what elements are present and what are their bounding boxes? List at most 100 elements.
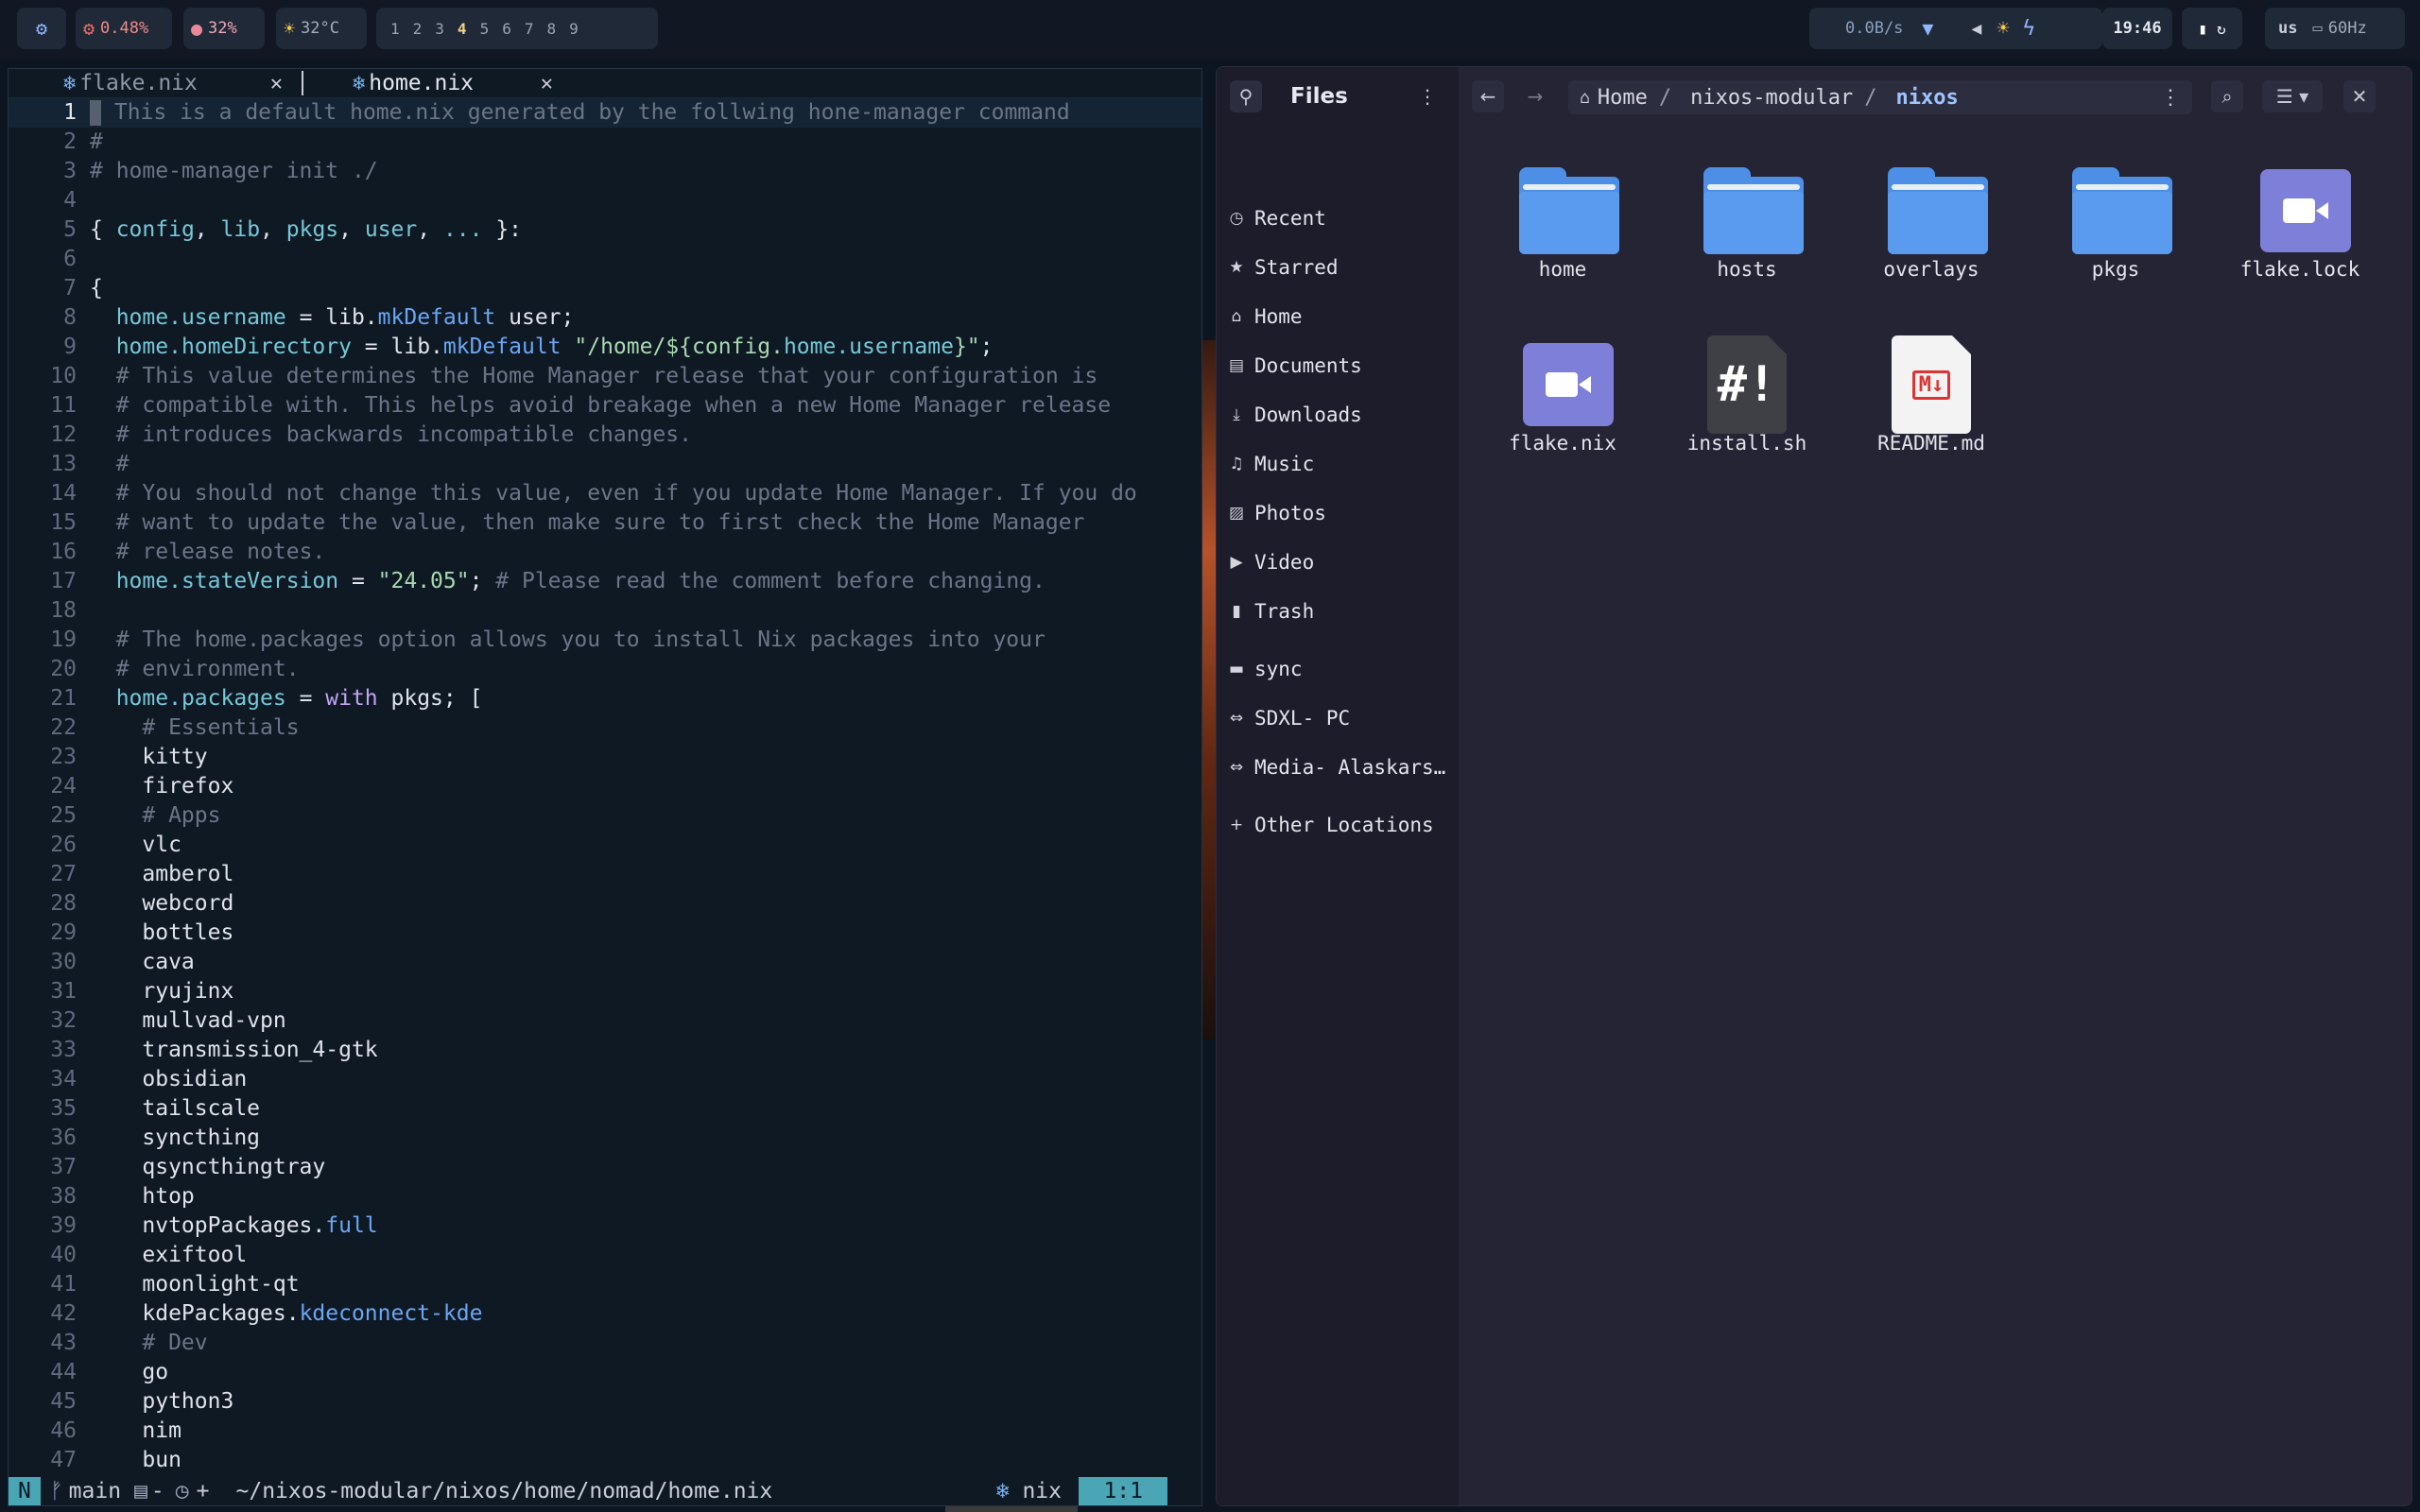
code-line[interactable]: 19 # The home.packages option allows you… bbox=[9, 626, 1201, 655]
code-line[interactable]: 31 ryujinx bbox=[9, 977, 1201, 1006]
code-line[interactable]: 14 # You should not change this value, e… bbox=[9, 479, 1201, 508]
code-line[interactable]: 4 bbox=[9, 186, 1201, 215]
workspace-6[interactable]: 6 bbox=[502, 20, 511, 38]
phone-icon[interactable]: ▮ bbox=[2198, 20, 2207, 38]
code-line[interactable]: 43 # Dev bbox=[9, 1329, 1201, 1358]
workspace-5[interactable]: 5 bbox=[480, 20, 490, 38]
workspace-2[interactable]: 2 bbox=[413, 20, 423, 38]
sidebar-item-sync[interactable]: ▬ sync bbox=[1226, 650, 1303, 688]
view-options-button[interactable]: ☰ ▾ bbox=[2262, 80, 2323, 112]
code-line[interactable]: 17 home.stateVersion = "24.05"; # Please… bbox=[9, 567, 1201, 596]
workspace-7[interactable]: 7 bbox=[525, 20, 534, 38]
workspace-3[interactable]: 3 bbox=[435, 20, 444, 38]
code-line[interactable]: 24 firefox bbox=[9, 772, 1201, 801]
code-line[interactable]: 11 # compatible with. This helps avoid b… bbox=[9, 391, 1201, 421]
close-icon[interactable]: ✕ bbox=[541, 72, 553, 95]
code-line[interactable]: 30 cava bbox=[9, 948, 1201, 977]
code-line[interactable]: 33 transmission_4-gtk bbox=[9, 1036, 1201, 1065]
code-line[interactable]: 18 bbox=[9, 596, 1201, 626]
code-line[interactable]: 7{ bbox=[9, 274, 1201, 303]
code-line[interactable]: 45 python3 bbox=[9, 1387, 1201, 1417]
tab-home-nix[interactable]: ❄ home.nix ✕ bbox=[353, 69, 553, 97]
code-line[interactable]: 46 nim bbox=[9, 1417, 1201, 1446]
kebab-icon[interactable]: ⋮ bbox=[2160, 86, 2181, 110]
cpu-widget[interactable]: ⚙ 0.48% bbox=[76, 8, 172, 49]
code-line[interactable]: 9 home.homeDirectory = lib.mkDefault "/h… bbox=[9, 333, 1201, 362]
code-line[interactable]: 10 # This value determines the Home Mana… bbox=[9, 362, 1201, 391]
workspace-switcher[interactable]: 123456789 bbox=[376, 8, 658, 49]
code-line[interactable]: 36 syncthing bbox=[9, 1124, 1201, 1153]
sidebar-item-downloads[interactable]: ⤓ Downloads bbox=[1226, 396, 1362, 434]
sidebar-item-music[interactable]: ♫ Music bbox=[1226, 445, 1314, 483]
menu-button[interactable]: ⋮ bbox=[1411, 80, 1443, 112]
code-line[interactable]: 35 tailscale bbox=[9, 1094, 1201, 1124]
clock[interactable]: 19:46 bbox=[2102, 8, 2172, 49]
sidebar-item-other-locations[interactable]: + Other Locations bbox=[1226, 806, 1434, 844]
sidebar-item-media-alaskars[interactable]: ⇔ Media- Alaskars… bbox=[1226, 748, 1445, 786]
code-line[interactable]: 21 home.packages = with pkgs; [ bbox=[9, 684, 1201, 713]
workspace-4[interactable]: 4 bbox=[458, 20, 467, 38]
code-line[interactable]: 12 # introduces backwards incompatible c… bbox=[9, 421, 1201, 450]
code-line[interactable]: 29 bottles bbox=[9, 919, 1201, 948]
code-line[interactable]: 13 # bbox=[9, 450, 1201, 479]
back-button[interactable]: ← bbox=[1472, 80, 1504, 112]
power-icon[interactable]: ϟ bbox=[2023, 17, 2035, 41]
sidebar-item-starred[interactable]: ★ Starred bbox=[1226, 249, 1338, 286]
code-line[interactable]: 1 This is a default home.nix generated b… bbox=[9, 98, 1201, 128]
line-text: # compatible with. This helps avoid brea… bbox=[115, 393, 1112, 418]
code-line[interactable]: 28 webcord bbox=[9, 889, 1201, 919]
code-line[interactable]: 16 # release notes. bbox=[9, 538, 1201, 567]
sidebar-item-trash[interactable]: ▮ Trash bbox=[1226, 593, 1314, 630]
launcher-button[interactable]: ⚙ bbox=[17, 8, 66, 49]
sidebar-item-recent[interactable]: ◷ Recent bbox=[1226, 199, 1326, 237]
breadcrumb-nixos[interactable]: nixos bbox=[1896, 86, 1959, 110]
sync-icon[interactable]: ↻ bbox=[2217, 20, 2226, 38]
code-line[interactable]: 41 moonlight-qt bbox=[9, 1270, 1201, 1299]
wifi-icon[interactable]: ▼ bbox=[1922, 17, 1933, 40]
volume-icon[interactable]: ◀ bbox=[1971, 19, 1981, 39]
code-line[interactable]: 44 go bbox=[9, 1358, 1201, 1387]
code-line[interactable]: 38 htop bbox=[9, 1182, 1201, 1211]
code-line[interactable]: 23 kitty bbox=[9, 743, 1201, 772]
tab-flake-nix[interactable]: ❄ flake.nix ✕ bbox=[63, 69, 283, 97]
keyboard-layout-widget[interactable]: us ▭ 60Hz bbox=[2265, 8, 2405, 49]
code-line[interactable]: 39 nvtopPackages.full bbox=[9, 1211, 1201, 1241]
code-line[interactable]: 8 home.username = lib.mkDefault user; bbox=[9, 303, 1201, 333]
code-line[interactable]: 26 vlc bbox=[9, 831, 1201, 860]
workspace-9[interactable]: 9 bbox=[569, 20, 579, 38]
workspace-8[interactable]: 8 bbox=[546, 20, 556, 38]
breadcrumb-home[interactable]: Home bbox=[1598, 86, 1648, 110]
memory-widget[interactable]: ● 32% bbox=[183, 8, 265, 49]
close-window-button[interactable]: ✕ bbox=[2343, 80, 2376, 112]
code-line[interactable]: 5 { config, lib, pkgs, user, ... }: bbox=[9, 215, 1201, 245]
code-line[interactable]: 37 qsyncthingtray bbox=[9, 1153, 1201, 1182]
code-line[interactable]: 40 exiftool bbox=[9, 1241, 1201, 1270]
sidebar-item-photos[interactable]: ▨ Photos bbox=[1226, 494, 1326, 532]
sidebar-item-sdxl-pc[interactable]: ⇔ SDXL- PC bbox=[1226, 699, 1350, 737]
code-line[interactable]: 32 mullvad-vpn bbox=[9, 1006, 1201, 1036]
brightness-icon[interactable]: ☀ bbox=[1996, 17, 2009, 41]
code-line[interactable]: 34 obsidian bbox=[9, 1065, 1201, 1094]
search-button[interactable]: ⚲ bbox=[1230, 80, 1262, 112]
temperature-widget[interactable]: ☀ 32°C bbox=[276, 8, 367, 49]
code-area[interactable]: 1 This is a default home.nix generated b… bbox=[9, 98, 1201, 1475]
sidebar-item-home[interactable]: ⌂ Home bbox=[1226, 298, 1303, 335]
code-line[interactable]: 2 # bbox=[9, 128, 1201, 157]
forward-button[interactable]: → bbox=[1519, 80, 1551, 112]
code-line[interactable]: 15 # want to update the value, then make… bbox=[9, 508, 1201, 538]
sidebar-item-video[interactable]: ▶ Video bbox=[1226, 543, 1314, 581]
code-line[interactable]: 3 # home-manager init ./ bbox=[9, 157, 1201, 186]
code-line[interactable]: 6 bbox=[9, 245, 1201, 274]
workspace-1[interactable]: 1 bbox=[390, 20, 400, 38]
sidebar-item-documents[interactable]: ▤ Documents bbox=[1226, 347, 1362, 385]
breadcrumb-nixos-modular[interactable]: nixos-modular bbox=[1690, 86, 1853, 110]
code-line[interactable]: 22 # Essentials bbox=[9, 713, 1201, 743]
code-line[interactable]: 25 # Apps bbox=[9, 801, 1201, 831]
close-icon[interactable]: ✕ bbox=[270, 72, 283, 95]
code-line[interactable]: 20 # environment. bbox=[9, 655, 1201, 684]
code-line[interactable]: 47 bun bbox=[9, 1446, 1201, 1475]
code-editor[interactable]: ❄ flake.nix ✕ ❄ home.nix ✕ 1 This is a d… bbox=[8, 68, 1202, 1506]
code-line[interactable]: 27 amberol bbox=[9, 860, 1201, 889]
code-line[interactable]: 42 kdePackages.kdeconnect-kde bbox=[9, 1299, 1201, 1329]
search-location-button[interactable]: ⌕ bbox=[2211, 80, 2243, 112]
